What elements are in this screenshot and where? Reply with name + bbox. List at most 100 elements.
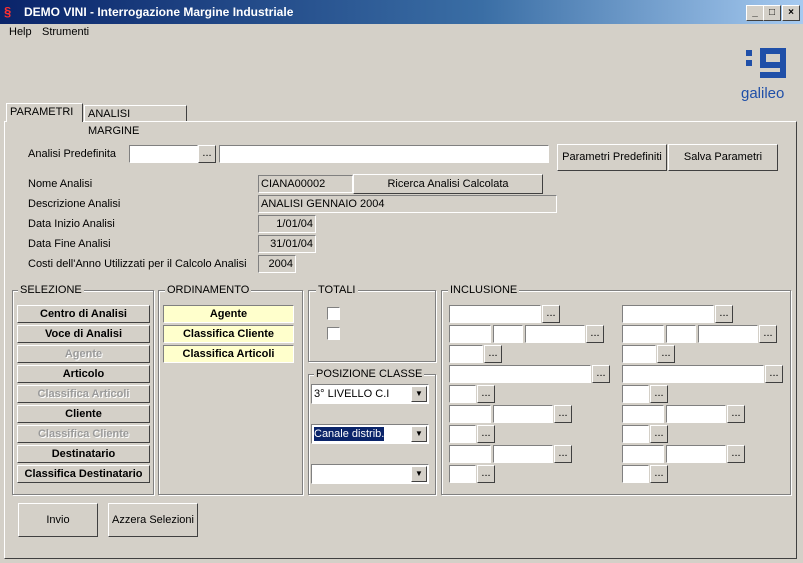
nome-analisi-label: Nome Analisi: [28, 178, 93, 190]
costi-anno-value: 2004: [258, 255, 296, 273]
ordinamento-classifica-articoli[interactable]: Classifica Articoli: [163, 345, 294, 363]
destinatario-button[interactable]: Destinatario: [17, 445, 150, 463]
app-icon[interactable]: §: [4, 5, 20, 19]
chevron-down-icon[interactable]: ▼: [411, 426, 427, 442]
inclusione-lookup-button[interactable]: ...: [759, 325, 777, 343]
inclusione-lookup-button[interactable]: ...: [484, 345, 502, 363]
invio-button[interactable]: Invio: [18, 503, 98, 537]
ricerca-analisi-button[interactable]: Ricerca Analisi Calcolata: [353, 174, 543, 194]
analisi-predefinita-lookup-button[interactable]: ...: [198, 145, 216, 163]
galileo-logo-text: galileo: [741, 85, 785, 102]
ordinamento-classifica-cliente[interactable]: Classifica Cliente: [163, 325, 294, 343]
inclusione-input[interactable]: [493, 325, 523, 343]
inclusione-input[interactable]: [622, 365, 764, 383]
inclusione-lookup-button[interactable]: ...: [586, 325, 604, 343]
inclusione-lookup-button[interactable]: ...: [554, 405, 572, 423]
agente-selection-button[interactable]: Agente: [17, 345, 150, 363]
inclusione-input[interactable]: [449, 345, 483, 363]
inclusione-input[interactable]: [622, 325, 664, 343]
inclusione-input[interactable]: [449, 305, 541, 323]
inclusione-lookup-button[interactable]: ...: [477, 465, 495, 483]
inclusione-input[interactable]: [449, 445, 491, 463]
inclusione-lookup-button[interactable]: ...: [542, 305, 560, 323]
tab-analisi-margine[interactable]: ANALISI MARGINE: [84, 105, 187, 137]
voce-di-analisi-button[interactable]: Voce di Analisi: [17, 325, 150, 343]
inclusione-input[interactable]: [493, 405, 553, 423]
galileo-logo-icon: [746, 48, 786, 78]
window-title: DEMO VINI - Interrogazione Margine Indus…: [24, 5, 294, 19]
inclusione-input[interactable]: [666, 445, 726, 463]
inclusione-lookup-button[interactable]: ...: [477, 385, 495, 403]
cliente-button[interactable]: Cliente: [17, 405, 150, 423]
combo-2-value: Canale distrib.: [312, 426, 386, 442]
inclusione-input[interactable]: [698, 325, 758, 343]
data-inizio-label: Data Inizio Analisi: [28, 218, 115, 230]
inclusione-input[interactable]: [449, 365, 591, 383]
descrizione-label: Descrizione Analisi: [28, 198, 121, 210]
data-fine-label: Data Fine Analisi: [28, 238, 111, 250]
inclusione-input[interactable]: [622, 445, 664, 463]
inclusione-input[interactable]: [493, 445, 553, 463]
salva-parametri-button[interactable]: Salva Parametri: [668, 144, 778, 171]
totali-group: [308, 290, 436, 362]
menu-strumenti[interactable]: Strumenti: [42, 26, 89, 38]
costi-anno-label: Costi dell'Anno Utilizzati per il Calcol…: [28, 258, 247, 270]
posizione-classe-combo-2[interactable]: Canale distrib. ▼: [311, 424, 429, 444]
classifica-articoli-selection-button[interactable]: Classifica Articoli: [17, 385, 150, 403]
articolo-button[interactable]: Articolo: [17, 365, 150, 383]
inclusione-input[interactable]: [449, 325, 491, 343]
close-button[interactable]: ×: [782, 5, 800, 21]
centro-di-analisi-button[interactable]: Centro di Analisi: [17, 305, 150, 323]
inclusione-lookup-button[interactable]: ...: [650, 465, 668, 483]
inclusione-lookup-button[interactable]: ...: [727, 405, 745, 423]
chevron-down-icon[interactable]: ▼: [411, 386, 427, 402]
chevron-down-icon[interactable]: ▼: [411, 466, 427, 482]
data-inizio-value: 1/01/04: [258, 215, 316, 233]
inclusione-lookup-button[interactable]: ...: [715, 305, 733, 323]
combo-1-value: 3° LIVELLO C.I: [314, 388, 390, 400]
inclusione-input[interactable]: [622, 465, 649, 483]
inclusione-lookup-button[interactable]: ...: [727, 445, 745, 463]
inclusione-input[interactable]: [449, 385, 476, 403]
totali-checkbox-2[interactable]: [327, 327, 340, 340]
inclusione-input[interactable]: [525, 325, 585, 343]
inclusione-input[interactable]: [449, 465, 476, 483]
posizione-classe-combo-3[interactable]: ▼: [311, 464, 429, 484]
menu-bar: Help Strumenti: [0, 24, 803, 42]
inclusione-input[interactable]: [449, 425, 476, 443]
tab-parametri[interactable]: PARAMETRI: [6, 103, 83, 122]
minimize-button[interactable]: _: [746, 5, 764, 21]
azzera-selezioni-button[interactable]: Azzera Selezioni: [108, 503, 198, 537]
ordinamento-agente[interactable]: Agente: [163, 305, 294, 323]
classifica-destinatario-button[interactable]: Classifica Destinatario: [17, 465, 150, 483]
inclusione-input[interactable]: [622, 385, 649, 403]
inclusione-lookup-button[interactable]: ...: [650, 425, 668, 443]
posizione-classe-combo-1[interactable]: 3° LIVELLO C.I ▼: [311, 384, 429, 404]
totali-checkbox-1[interactable]: [327, 307, 340, 320]
inclusione-input[interactable]: [666, 325, 696, 343]
inclusione-input[interactable]: [622, 425, 649, 443]
data-fine-value: 31/01/04: [258, 235, 316, 253]
nome-analisi-value: CIANA00002: [258, 175, 353, 193]
inclusione-input[interactable]: [622, 305, 714, 323]
classifica-cliente-selection-button[interactable]: Classifica Cliente: [17, 425, 150, 443]
totali-title: TOTALI: [316, 284, 358, 296]
inclusione-title: INCLUSIONE: [448, 284, 520, 296]
inclusione-input[interactable]: [622, 345, 656, 363]
analisi-predefinita-label: Analisi Predefinita: [28, 148, 117, 160]
maximize-button[interactable]: □: [763, 5, 781, 21]
parametri-predefiniti-button[interactable]: Parametri Predefiniti: [557, 144, 667, 171]
inclusione-input[interactable]: [449, 405, 491, 423]
analisi-predefinita-description[interactable]: [219, 145, 549, 163]
analisi-predefinita-input[interactable]: [129, 145, 198, 163]
inclusione-input[interactable]: [666, 405, 726, 423]
inclusione-lookup-button[interactable]: ...: [650, 385, 668, 403]
menu-help[interactable]: Help: [9, 26, 32, 38]
inclusione-lookup-button[interactable]: ...: [592, 365, 610, 383]
inclusione-lookup-button[interactable]: ...: [657, 345, 675, 363]
inclusione-lookup-button[interactable]: ...: [477, 425, 495, 443]
title-bar: § DEMO VINI - Interrogazione Margine Ind…: [0, 0, 803, 24]
inclusione-input[interactable]: [622, 405, 664, 423]
inclusione-lookup-button[interactable]: ...: [554, 445, 572, 463]
inclusione-lookup-button[interactable]: ...: [765, 365, 783, 383]
